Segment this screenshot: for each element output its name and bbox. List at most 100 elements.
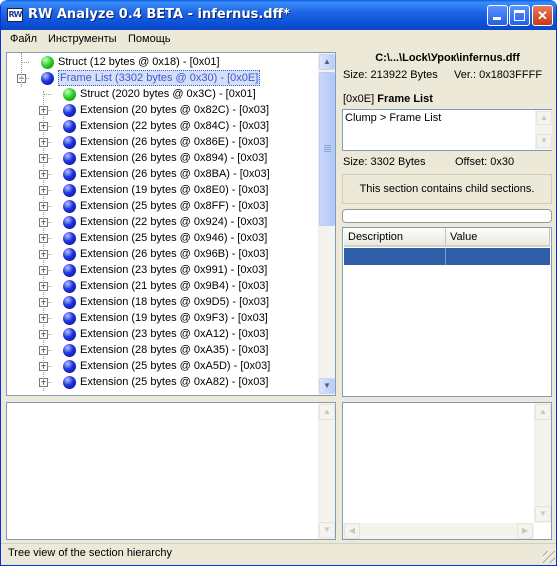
- scroll-up-button[interactable]: ▲: [536, 111, 552, 125]
- section-size: Size: 3302 Bytes: [343, 156, 426, 168]
- tree-item-label[interactable]: Extension (28 bytes @ 0xA35) - [0x03]: [80, 342, 268, 358]
- column-header-description[interactable]: Description: [344, 228, 446, 247]
- tree-item-label[interactable]: Extension (23 bytes @ 0x991) - [0x03]: [80, 262, 267, 278]
- scroll-down-button[interactable]: ▼: [536, 134, 552, 148]
- tree-item-label[interactable]: Extension (26 bytes @ 0x8BA) - [0x03]: [80, 166, 270, 182]
- section-breadcrumb: Clump > Frame List: [345, 112, 442, 124]
- arrow-down-icon: ▼: [323, 381, 331, 390]
- resize-grip-icon[interactable]: [543, 551, 555, 563]
- hex-view-pane[interactable]: ▲ ▼: [6, 402, 336, 540]
- tree-item[interactable]: Struct (2020 bytes @ 0x3C) - [0x01]: [7, 86, 317, 102]
- tree-item-label[interactable]: Extension (19 bytes @ 0x8E0) - [0x03]: [80, 182, 268, 198]
- file-path: C:\...\Lock\Урок\infernus.dff: [375, 52, 520, 64]
- scroll-down-button[interactable]: ▼: [319, 522, 335, 538]
- tree-item[interactable]: + Extension (21 bytes @ 0x9B4) - [0x03]: [7, 278, 317, 294]
- maximize-icon: [514, 10, 525, 21]
- column-header-value[interactable]: Value: [446, 228, 550, 247]
- container-section-icon: [63, 328, 76, 341]
- tree-item[interactable]: + Extension (26 bytes @ 0x86E) - [0x03]: [7, 134, 317, 150]
- tree-item-label[interactable]: Extension (25 bytes @ 0xA82) - [0x03]: [80, 374, 268, 390]
- scroll-thumb[interactable]: [319, 72, 335, 226]
- minimize-button[interactable]: [487, 5, 508, 26]
- tree-item[interactable]: + Extension (25 bytes @ 0x8FF) - [0x03]: [7, 198, 317, 214]
- container-section-icon: [63, 104, 76, 117]
- scroll-right-button[interactable]: ▶: [517, 523, 533, 539]
- scroll-up-button[interactable]: ▲: [319, 404, 335, 420]
- maximize-button[interactable]: [509, 5, 530, 26]
- tree-item[interactable]: + Extension (26 bytes @ 0x96B) - [0x03]: [7, 246, 317, 262]
- tree-item-label[interactable]: Extension (19 bytes @ 0x9F3) - [0x03]: [80, 310, 268, 326]
- hex-vertical-scrollbar[interactable]: ▲ ▼: [318, 403, 335, 539]
- menu-file[interactable]: Файл: [10, 33, 37, 45]
- section-offset: Offset: 0x30: [455, 156, 515, 168]
- tree-item[interactable]: − Frame List (3302 bytes @ 0x30) - [0x0E]: [7, 70, 317, 86]
- menu-help[interactable]: Помощь: [128, 33, 171, 45]
- tree-item-label[interactable]: Extension (25 bytes @ 0x8FF) - [0x03]: [80, 198, 268, 214]
- scroll-down-button[interactable]: ▼: [535, 506, 551, 522]
- tree-item-label[interactable]: Extension (26 bytes @ 0x894) - [0x03]: [80, 150, 267, 166]
- menu-tools[interactable]: Инструменты: [48, 33, 117, 45]
- tree-item-label[interactable]: Extension (20 bytes @ 0x82C) - [0x03]: [80, 102, 269, 118]
- tree-item[interactable]: Struct (12 bytes @ 0x18) - [0x01]: [7, 54, 317, 70]
- tree-item[interactable]: + Extension (22 bytes @ 0x924) - [0x03]: [7, 214, 317, 230]
- arrow-up-icon: ▲: [323, 57, 331, 66]
- tree-item[interactable]: + Extension (19 bytes @ 0x9F3) - [0x03]: [7, 310, 317, 326]
- tree-item-label[interactable]: Struct (2020 bytes @ 0x3C) - [0x01]: [80, 86, 256, 102]
- title-bar[interactable]: RW RW Analyze 0.4 BETA - infernus.dff* ✕: [1, 0, 556, 30]
- tree-item[interactable]: + Extension (18 bytes @ 0x9D5) - [0x03]: [7, 294, 317, 310]
- scroll-left-button[interactable]: ◀: [344, 523, 360, 539]
- close-button[interactable]: ✕: [532, 5, 553, 26]
- tree-item[interactable]: + Extension (22 bytes @ 0x84C) - [0x03]: [7, 118, 317, 134]
- scroll-down-button[interactable]: ▼: [319, 378, 335, 394]
- container-section-icon: [63, 232, 76, 245]
- container-section-icon: [63, 184, 76, 197]
- tree-item-label[interactable]: Extension (22 bytes @ 0x84C) - [0x03]: [80, 118, 269, 134]
- container-section-icon: [63, 312, 76, 325]
- menu-bar: Файл Инструменты Помощь: [1, 30, 556, 49]
- tree-item-label[interactable]: Extension (25 bytes @ 0x946) - [0x03]: [80, 230, 267, 246]
- tree-item[interactable]: + Extension (19 bytes @ 0x8E0) - [0x03]: [7, 182, 317, 198]
- tree-item[interactable]: + Extension (25 bytes @ 0xA82) - [0x03]: [7, 374, 317, 390]
- arrow-up-icon: ▲: [540, 113, 548, 122]
- tree-item[interactable]: + Extension (23 bytes @ 0xA12) - [0x03]: [7, 326, 317, 342]
- tree-item[interactable]: + Extension (26 bytes @ 0x894) - [0x03]: [7, 150, 317, 166]
- properties-table[interactable]: Description Value: [342, 227, 552, 397]
- table-row[interactable]: [344, 248, 550, 265]
- window-title: RW Analyze 0.4 BETA - infernus.dff*: [28, 7, 290, 22]
- tree-item-label[interactable]: Extension (21 bytes @ 0x9B4) - [0x03]: [80, 278, 268, 294]
- arrow-right-icon: ▶: [521, 526, 529, 535]
- detail-pane[interactable]: ▲ ▼ ◀ ▶: [342, 402, 552, 540]
- section-name: Frame List: [377, 93, 433, 105]
- tree-item[interactable]: + Extension (25 bytes @ 0xA5D) - [0x03]: [7, 358, 317, 374]
- child-sections-note: This section contains child sections.: [342, 174, 552, 204]
- tree-item[interactable]: + Extension (25 bytes @ 0x946) - [0x03]: [7, 230, 317, 246]
- tree-item-label[interactable]: Extension (26 bytes @ 0x86E) - [0x03]: [80, 134, 268, 150]
- scroll-up-button[interactable]: ▲: [535, 404, 551, 420]
- section-tree[interactable]: Struct (12 bytes @ 0x18) - [0x01] − Frame …: [6, 52, 336, 396]
- tree-item-label[interactable]: Struct (12 bytes @ 0x18) - [0x01]: [58, 54, 220, 70]
- arrow-down-icon: ▼: [540, 136, 548, 145]
- arrow-up-icon: ▲: [539, 407, 547, 416]
- status-text: Tree view of the section hierarchy: [8, 547, 173, 559]
- tree-item-label[interactable]: Extension (26 bytes @ 0x96B) - [0x03]: [80, 246, 268, 262]
- tree-item-label[interactable]: Frame List (3302 bytes @ 0x30) - [0x0E]: [58, 70, 261, 86]
- tree-item[interactable]: + Extension (26 bytes @ 0x8BA) - [0x03]: [7, 166, 317, 182]
- container-section-icon: [63, 136, 76, 149]
- tree-item[interactable]: + Extension (20 bytes @ 0x82C) - [0x03]: [7, 102, 317, 118]
- scroll-up-button[interactable]: ▲: [319, 54, 335, 70]
- tree-item-label[interactable]: Extension (25 bytes @ 0xA5D) - [0x03]: [80, 358, 270, 374]
- app-icon[interactable]: RW: [7, 8, 23, 22]
- container-section-icon: [63, 216, 76, 229]
- section-id: [0x0E]: [343, 93, 375, 105]
- breadcrumb-scrollbar[interactable]: ▲ ▼: [535, 110, 552, 150]
- close-icon: ✕: [537, 8, 548, 23]
- container-section-icon: [63, 248, 76, 261]
- tree-item[interactable]: + Extension (23 bytes @ 0x991) - [0x03]: [7, 262, 317, 278]
- tree-item[interactable]: + Extension (28 bytes @ 0xA35) - [0x03]: [7, 342, 317, 358]
- tree-item-label[interactable]: Extension (23 bytes @ 0xA12) - [0x03]: [80, 326, 268, 342]
- tree-item-label[interactable]: Extension (18 bytes @ 0x9D5) - [0x03]: [80, 294, 269, 310]
- detail-horizontal-scrollbar[interactable]: ◀ ▶: [343, 523, 534, 539]
- tree-item-label[interactable]: Extension (22 bytes @ 0x924) - [0x03]: [80, 214, 267, 230]
- tree-vertical-scrollbar[interactable]: ▲ ▼: [318, 53, 335, 395]
- detail-vertical-scrollbar[interactable]: ▲ ▼: [534, 403, 551, 523]
